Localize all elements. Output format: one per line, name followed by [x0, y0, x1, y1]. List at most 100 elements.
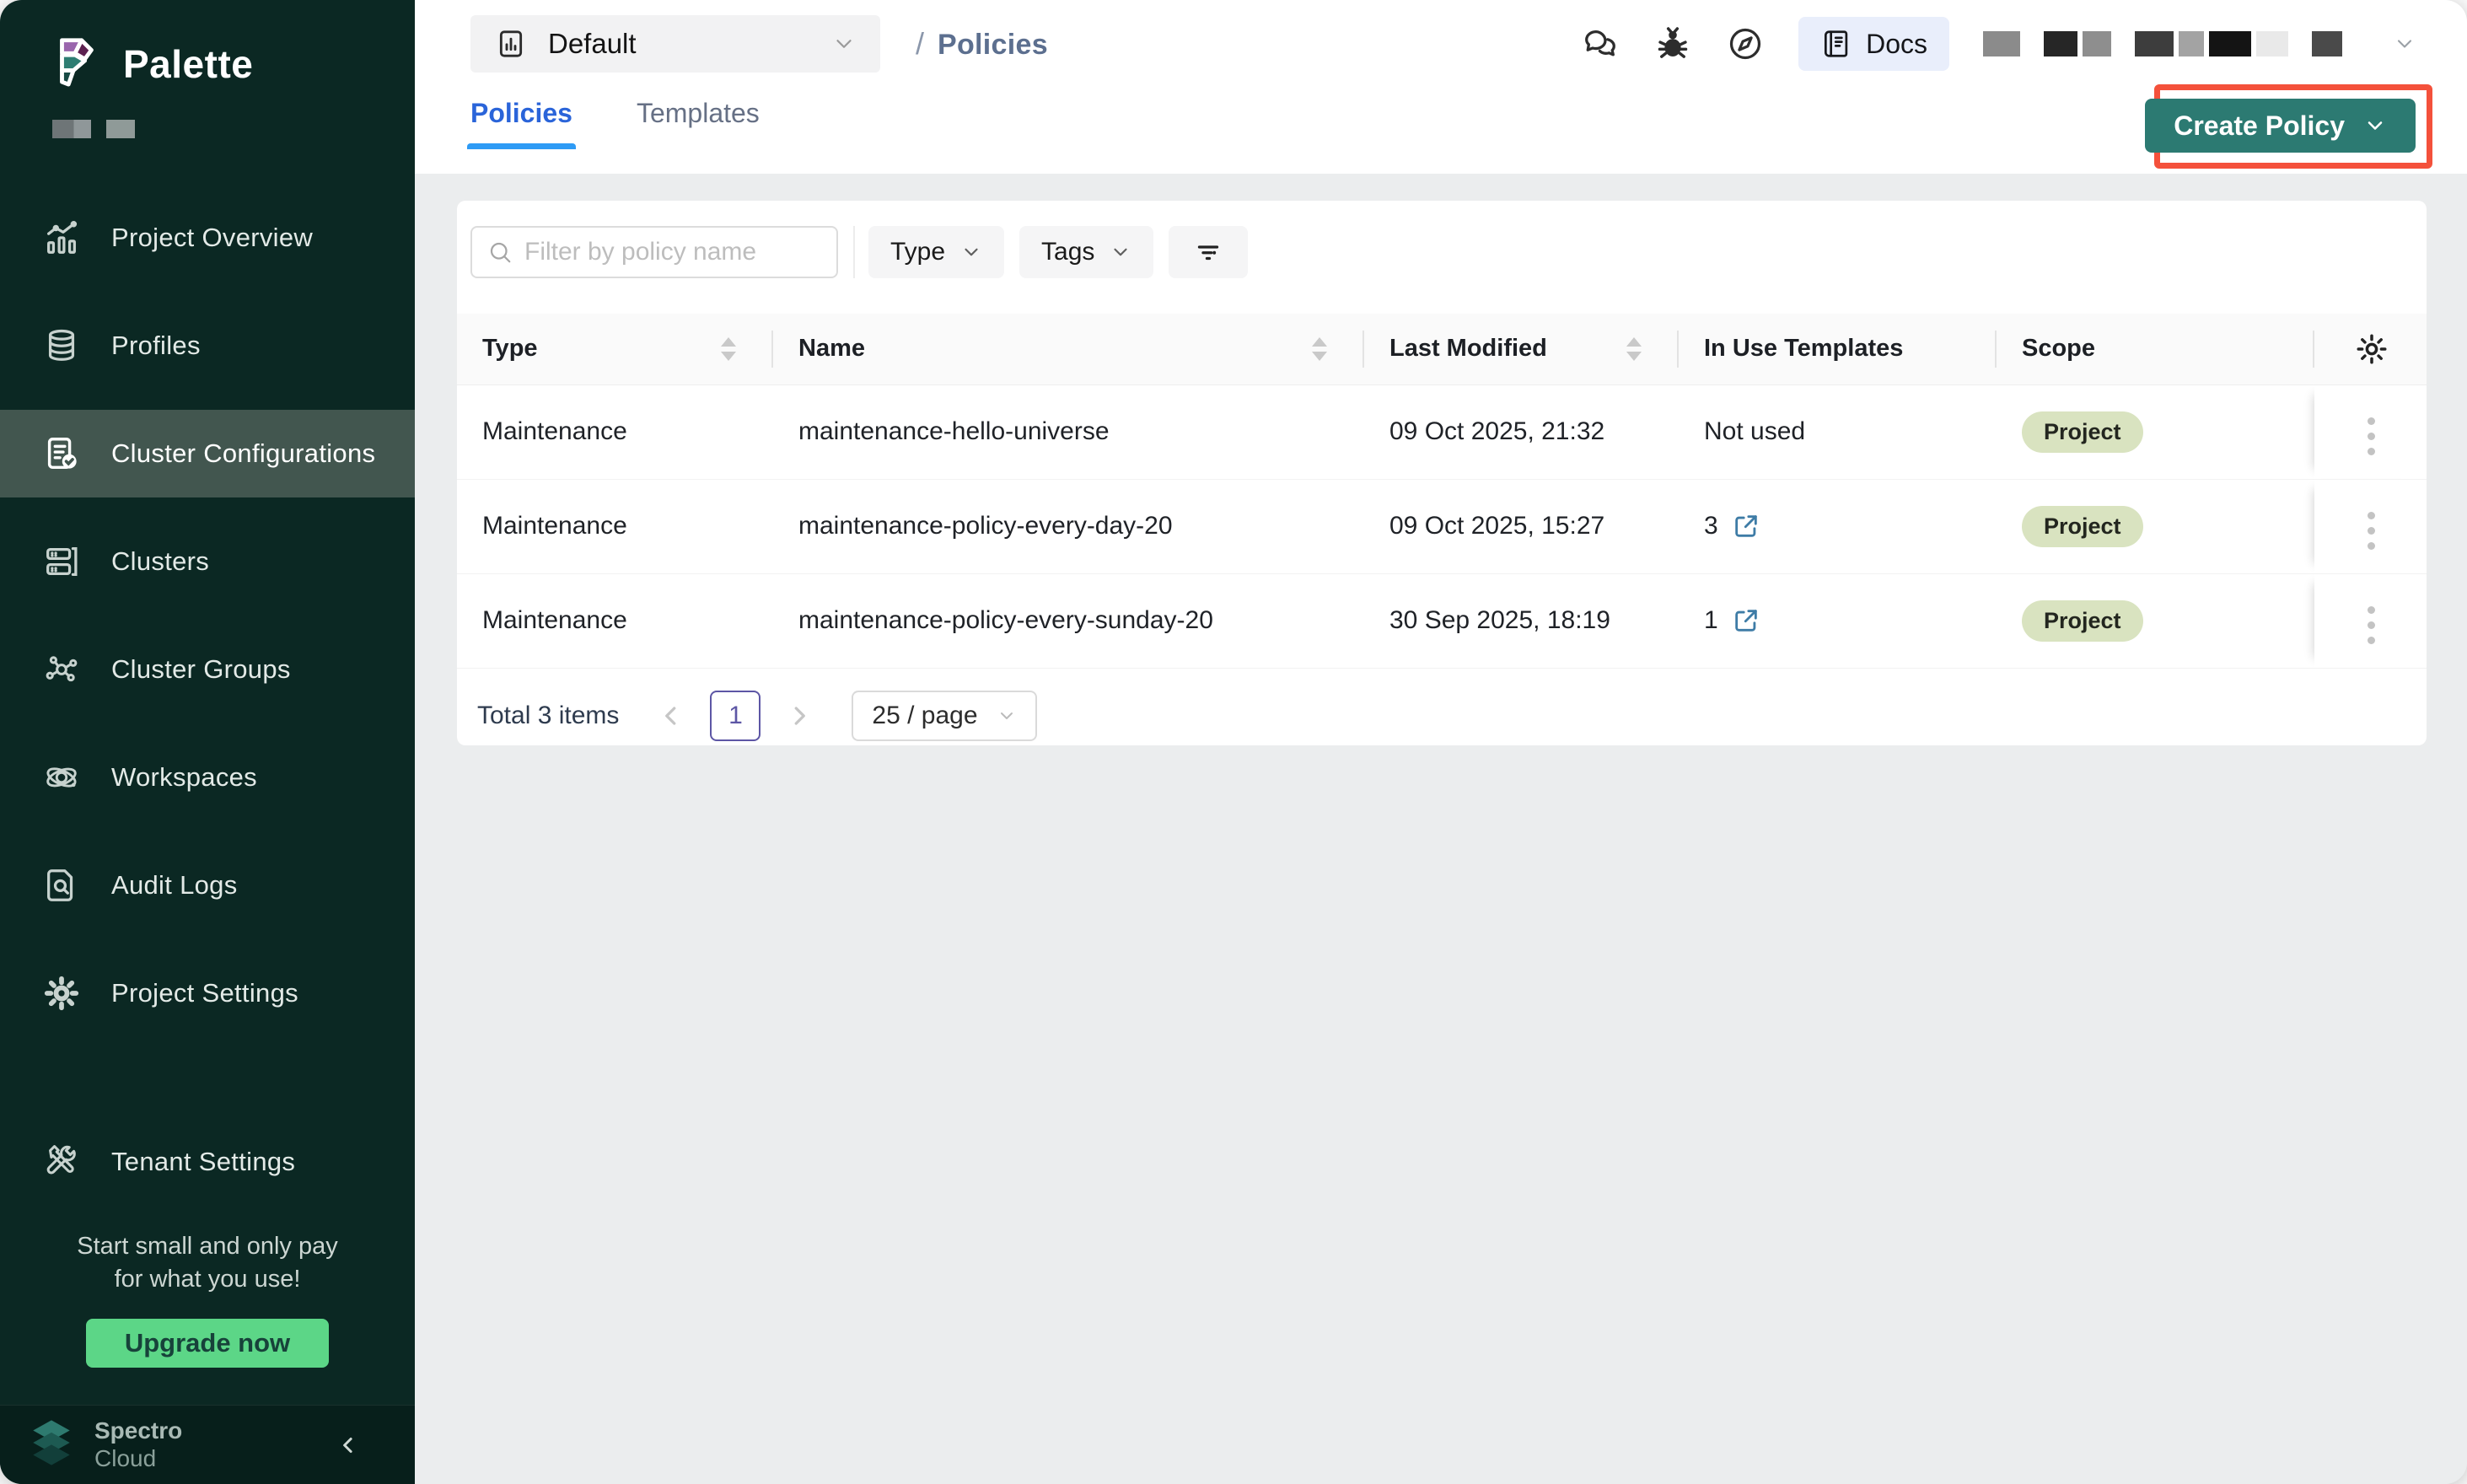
feedback-chat-icon[interactable]: [1581, 24, 1620, 63]
column-header-last-modified[interactable]: Last Modified: [1364, 314, 1679, 384]
next-page-icon[interactable]: [784, 701, 814, 731]
table-row[interactable]: Maintenance maintenance-hello-universe 0…: [457, 384, 2427, 479]
sidebar-collapse-icon[interactable]: [336, 1433, 361, 1458]
sidebar-item-project-overview[interactable]: Project Overview: [0, 194, 415, 282]
main-area: Default / Policies: [415, 0, 2467, 1484]
header-actions: Docs: [1581, 17, 2416, 71]
policies-table: Type Name Last Modified: [457, 314, 2427, 669]
sidebar-item-audit-logs[interactable]: Audit Logs: [0, 841, 415, 929]
project-overview-icon: [42, 218, 81, 257]
palette-logo-icon: [49, 34, 101, 94]
sidebar-item-cluster-configurations[interactable]: Cluster Configurations: [0, 410, 415, 497]
sidebar-item-label: Cluster Configurations: [111, 438, 375, 469]
project-scope-value: Default: [548, 28, 637, 60]
sidebar-item-label: Tenant Settings: [111, 1147, 295, 1177]
brand-name: Palette: [123, 41, 253, 87]
docs-button[interactable]: Docs: [1798, 17, 1949, 71]
page-header: Default / Policies: [415, 0, 2467, 174]
cell-in-use: 3: [1679, 479, 1997, 573]
previous-page-icon[interactable]: [656, 701, 686, 731]
external-link-icon[interactable]: [1732, 512, 1760, 540]
sidebar-item-workspaces[interactable]: Workspaces: [0, 734, 415, 821]
redacted-block: [106, 120, 135, 138]
redacted-user-info: [1983, 31, 2342, 56]
redacted-block: [2044, 31, 2077, 56]
redacted-block: [2256, 31, 2288, 56]
cell-scope: Project: [1997, 384, 2314, 479]
report-bug-icon[interactable]: [1653, 24, 1692, 63]
upgrade-promo: Start small and only pay for what you us…: [0, 1230, 415, 1405]
sidebar-item-label: Workspaces: [111, 762, 257, 793]
breadcrumb-current: Policies: [938, 29, 1048, 62]
column-header-name[interactable]: Name: [773, 314, 1364, 384]
audit-logs-icon: [42, 866, 81, 905]
tab-policies[interactable]: Policies: [470, 98, 572, 149]
cell-name: maintenance-policy-every-day-20: [773, 479, 1364, 573]
breadcrumb-separator: /: [916, 26, 924, 62]
tab-templates[interactable]: Templates: [637, 98, 760, 149]
promo-text-line1: Start small and only pay: [0, 1230, 415, 1262]
cell-actions: [2314, 479, 2427, 573]
profiles-icon: [42, 326, 81, 365]
tags-filter-label: Tags: [1041, 238, 1094, 266]
table-settings-gear-icon[interactable]: [2354, 331, 2389, 367]
external-link-icon[interactable]: [1732, 606, 1760, 635]
breadcrumb: / Policies: [916, 26, 1048, 62]
content-area: Type Tags: [415, 174, 2467, 1484]
toolbar-divider: [853, 226, 855, 278]
cell-last-modified: 30 Sep 2025, 18:19: [1364, 573, 1679, 668]
scope-badge: Project: [2022, 506, 2143, 547]
table-toolbar: Type Tags: [457, 201, 2427, 278]
app-window: Palette Project Overview: [0, 0, 2467, 1484]
page-size-select[interactable]: 25 / page: [852, 691, 1036, 741]
page-size-value: 25 / page: [872, 702, 977, 730]
project-settings-gear-icon: [42, 974, 81, 1013]
sidebar-item-label: Profiles: [111, 331, 201, 361]
header-top-row: Default / Policies: [470, 0, 2467, 73]
search-input[interactable]: [524, 238, 821, 266]
sidebar-item-project-settings[interactable]: Project Settings: [0, 949, 415, 1037]
explore-compass-icon[interactable]: [1726, 24, 1765, 63]
column-settings-header: [2314, 314, 2427, 384]
row-actions-kebab-icon[interactable]: [2362, 507, 2380, 555]
sidebar-nav: Project Overview Profiles: [0, 194, 415, 1226]
table-header-row: Type Name Last Modified: [457, 314, 2427, 384]
upgrade-now-button[interactable]: Upgrade now: [86, 1319, 329, 1368]
sort-icon[interactable]: [721, 337, 736, 361]
search-icon: [487, 239, 513, 265]
row-actions-kebab-icon[interactable]: [2362, 412, 2380, 460]
sidebar-item-cluster-groups[interactable]: Cluster Groups: [0, 626, 415, 713]
policies-card: Type Tags: [457, 201, 2427, 745]
sidebar-footer: Spectro Cloud: [0, 1405, 415, 1484]
sort-icon[interactable]: [1312, 337, 1327, 361]
pagination: Total 3 items 1 25 / page: [457, 669, 2427, 741]
user-menu-chevron-icon[interactable]: [2393, 32, 2416, 56]
tags-filter-button[interactable]: Tags: [1019, 226, 1153, 278]
cell-name: maintenance-hello-universe: [773, 384, 1364, 479]
table-row[interactable]: Maintenance maintenance-policy-every-day…: [457, 479, 2427, 573]
project-scope-selector[interactable]: Default: [470, 15, 880, 73]
sort-icon[interactable]: [1626, 337, 1642, 361]
filter-lines-button[interactable]: [1169, 226, 1248, 278]
page-number-button[interactable]: 1: [710, 691, 761, 741]
sidebar-item-label: Audit Logs: [111, 870, 238, 901]
cell-actions: [2314, 384, 2427, 479]
chevron-down-icon: [1110, 241, 1131, 263]
type-filter-button[interactable]: Type: [868, 226, 1004, 278]
scope-badge: Project: [2022, 600, 2143, 642]
sidebar-item-tenant-settings[interactable]: Tenant Settings: [0, 1118, 415, 1206]
chevron-down-icon: [960, 241, 982, 263]
column-header-scope: Scope: [1997, 314, 2314, 384]
pagination-total: Total 3 items: [477, 702, 619, 730]
sidebar-item-profiles[interactable]: Profiles: [0, 302, 415, 390]
table-row[interactable]: Maintenance maintenance-policy-every-sun…: [457, 573, 2427, 668]
sidebar-item-clusters[interactable]: Clusters: [0, 518, 415, 605]
create-policy-button[interactable]: Create Policy: [2145, 99, 2416, 153]
column-header-type[interactable]: Type: [457, 314, 773, 384]
row-actions-kebab-icon[interactable]: [2362, 601, 2380, 649]
cell-last-modified: 09 Oct 2025, 21:32: [1364, 384, 1679, 479]
cell-type: Maintenance: [457, 479, 773, 573]
cell-name: maintenance-policy-every-sunday-20: [773, 573, 1364, 668]
redacted-block: [52, 120, 91, 138]
docs-label: Docs: [1866, 29, 1927, 60]
